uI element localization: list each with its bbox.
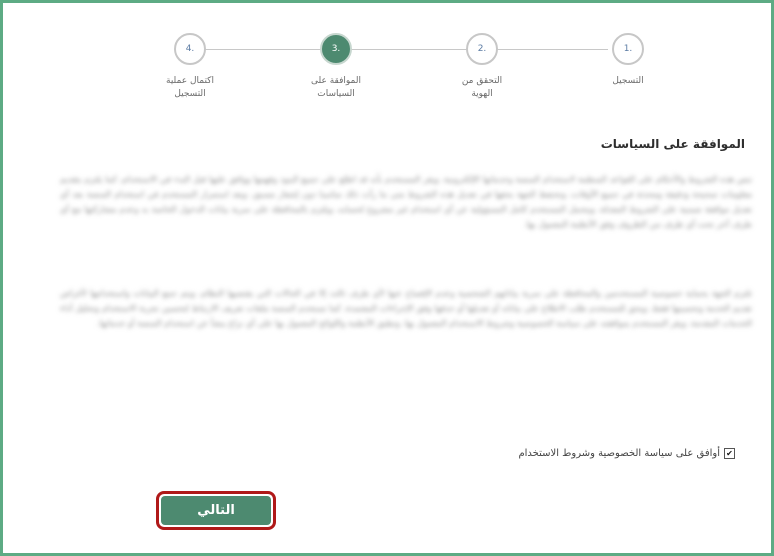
step-2: 2. التحقق من الهوية	[432, 33, 532, 101]
step-4-label: اكتمال عملية التسجيل	[166, 76, 214, 99]
step-3-circle: 3.	[320, 33, 352, 65]
registration-panel: 1. التسجيل 2. التحقق من الهوية 3. المواف…	[0, 0, 774, 556]
consent-label: أوافق على سياسة الخصوصية وشروط الاستخدام	[518, 448, 720, 459]
step-4: 4. اكتمال عملية التسجيل	[140, 33, 240, 101]
step-2-circle: 2.	[466, 33, 498, 65]
step-2-label: التحقق من الهوية	[461, 76, 503, 99]
step-1: 1. التسجيل	[578, 33, 678, 88]
step-1-circle: 1.	[612, 33, 644, 65]
step-1-label: التسجيل	[612, 76, 644, 86]
step-3-label: الموافقة على السياسات	[311, 76, 361, 99]
next-button-highlight: التالي	[156, 491, 276, 530]
consent-checkbox-row[interactable]: ✔ أوافق على سياسة الخصوصية وشروط الاستخد…	[518, 448, 735, 459]
stepper-track	[188, 49, 608, 50]
policy-paragraph-2: تلتزم الجهة بحماية خصوصية المستخدمين وال…	[60, 289, 752, 329]
section-title: الموافقة على السياسات	[600, 137, 745, 151]
step-3: 3. الموافقة على السياسات	[286, 33, 386, 101]
next-button[interactable]: التالي	[161, 496, 271, 525]
policy-paragraph-1: تنص هذه الشروط والأحكام على القواعد المن…	[60, 175, 752, 230]
step-4-circle: 4.	[174, 33, 206, 65]
consent-checkbox[interactable]: ✔	[724, 448, 735, 459]
registration-stepper: 1. التسجيل 2. التحقق من الهوية 3. المواف…	[118, 33, 678, 113]
